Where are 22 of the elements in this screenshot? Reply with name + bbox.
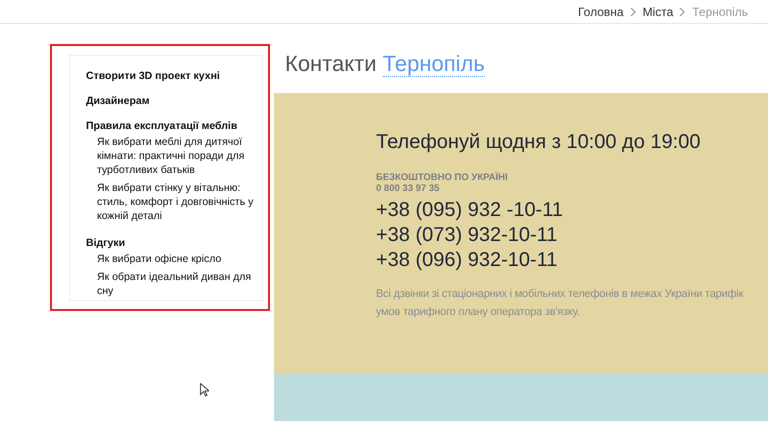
tariff-note: умов тарифного плану оператора зв'язку. [376,305,581,320]
cursor-icon [200,383,209,397]
sidebar-link[interactable]: Дизайнерам [86,95,256,107]
free-call-label: БЕЗКОШТОВНО ПО УКРАЇНІ [376,172,509,183]
sidebar-link[interactable]: Створити 3D проект кухні [86,70,256,82]
free-call-number: 0 800 33 97 35 [376,183,440,194]
tariff-note: Всі дзвінки зі стаціонарних і мобільних телефонів в межах України тарифік [376,287,744,302]
hours-heading: Телефонуй щодня з 10:00 до 19:00 [376,131,702,154]
phone-number: +38 (073) 932-10-11 [376,223,558,248]
phone-number: +38 (095) 932 -10-11 [376,198,564,223]
chevron-right-icon [679,6,686,16]
sidebar-sublink[interactable]: Як вибрати стінку у вітальню: стиль, комфорт і довговічність у кожній деталі [86,181,256,223]
sidebar-sublink[interactable]: Як обрати ідеальний диван для сну [86,270,256,298]
sidebar-sublink[interactable]: Як вибрати офісне крісло [86,252,256,266]
sidebar-sublink[interactable]: Як вибрати меблі для дитячої кімнати: практичні поради для турботливих батьків [86,135,256,177]
sidebar-link[interactable]: Правила експлуатації меблів [86,120,256,132]
chevron-right-icon [630,6,637,16]
breadcrumb-link[interactable]: Головна [578,4,624,18]
page-title: Контакти [285,51,377,76]
sidebar-link[interactable]: Відгуки [86,237,256,249]
breadcrumb-link[interactable]: Міста [642,4,674,18]
phone-number: +38 (096) 932-10-11 [376,248,558,273]
